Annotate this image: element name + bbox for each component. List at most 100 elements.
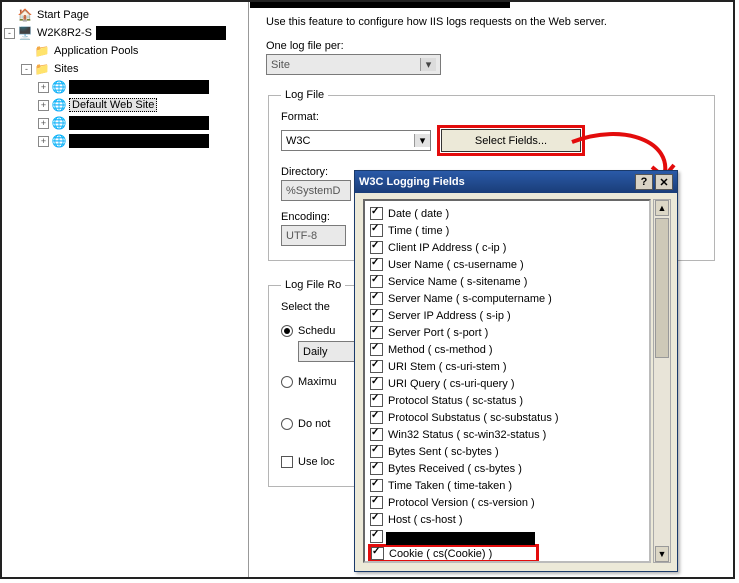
logging-field-label: Service Name ( s-sitename ) bbox=[388, 276, 527, 288]
checkbox-icon bbox=[370, 462, 383, 475]
globe-icon: 🌐 bbox=[51, 97, 67, 113]
logging-field-label: Cookie ( cs(Cookie) ) bbox=[389, 548, 492, 560]
collapse-icon[interactable]: - bbox=[4, 28, 15, 39]
checkbox-label: Use loc bbox=[298, 456, 335, 468]
format-dropdown[interactable]: W3C ▾ bbox=[281, 130, 431, 151]
checkbox-icon bbox=[370, 377, 383, 390]
logging-field-label: URI Query ( cs-uri-query ) bbox=[388, 378, 515, 390]
one-log-file-per-dropdown[interactable]: Site ▾ bbox=[266, 54, 441, 75]
radio-label: Maximu bbox=[298, 376, 337, 388]
tree-site-item[interactable]: + 🌐 bbox=[4, 114, 246, 132]
expand-icon[interactable]: + bbox=[38, 136, 49, 147]
checkbox-icon bbox=[370, 411, 383, 424]
close-button[interactable]: ✕ bbox=[655, 174, 673, 190]
uselocal-checkbox[interactable]: Use loc bbox=[281, 452, 356, 472]
dialog-scrollbar[interactable]: ▲ ▼ bbox=[653, 199, 671, 563]
tree-sites[interactable]: - 📁 Sites bbox=[4, 60, 246, 78]
logging-field-row[interactable]: Server Name ( s-computername ) bbox=[368, 290, 646, 307]
expand-icon[interactable]: + bbox=[38, 82, 49, 93]
logging-field-row[interactable]: URI Stem ( cs-uri-stem ) bbox=[368, 358, 646, 375]
logging-field-row[interactable]: Bytes Sent ( sc-bytes ) bbox=[368, 443, 646, 460]
tree-site-item[interactable]: + 🌐 bbox=[4, 78, 246, 96]
tree-server[interactable]: - 🖥️ W2K8R2-S bbox=[4, 24, 246, 42]
checkbox-icon bbox=[371, 547, 384, 560]
rollover-description: Select the bbox=[281, 301, 356, 313]
globe-icon: 🌐 bbox=[51, 115, 67, 131]
tree-site-item[interactable]: + 🌐 bbox=[4, 132, 246, 150]
tree-start-page[interactable]: 🏠 Start Page bbox=[4, 6, 246, 24]
expand-icon[interactable]: + bbox=[38, 100, 49, 111]
logging-field-row[interactable]: Referer ( cs(Referer) ) bbox=[368, 562, 646, 563]
schedule-dropdown[interactable]: Daily bbox=[298, 341, 356, 362]
redacted-bar bbox=[250, 2, 510, 8]
schedule-radio[interactable]: Schedu bbox=[281, 321, 356, 341]
logging-field-label: Time Taken ( time-taken ) bbox=[388, 480, 512, 492]
dialog-titlebar[interactable]: W3C Logging Fields ? ✕ bbox=[355, 171, 677, 193]
tree-label: Application Pools bbox=[52, 45, 140, 57]
scroll-thumb[interactable] bbox=[655, 218, 669, 358]
scroll-up-icon[interactable]: ▲ bbox=[655, 200, 669, 216]
server-icon: 🖥️ bbox=[17, 25, 33, 41]
logging-field-row[interactable]: Bytes Received ( cs-bytes ) bbox=[368, 460, 646, 477]
tree-label: W2K8R2-S bbox=[35, 27, 94, 39]
logging-field-row[interactable]: Time ( time ) bbox=[368, 222, 646, 239]
checkbox-icon bbox=[370, 241, 383, 254]
logging-field-row[interactable]: Protocol Status ( sc-status ) bbox=[368, 392, 646, 409]
checkbox-icon bbox=[370, 326, 383, 339]
checkbox-icon bbox=[370, 428, 383, 441]
dialog-fields-list: Date ( date )Time ( time )Client IP Addr… bbox=[363, 199, 651, 563]
logging-field-label: URI Stem ( cs-uri-stem ) bbox=[388, 361, 507, 373]
tree-app-pools[interactable]: 📁 Application Pools bbox=[4, 42, 246, 60]
logging-field-row[interactable]: Protocol Version ( cs-version ) bbox=[368, 494, 646, 511]
logging-field-row[interactable]: User Name ( cs-username ) bbox=[368, 256, 646, 273]
input-value: %SystemD bbox=[286, 185, 340, 197]
logging-field-label: Server Name ( s-computername ) bbox=[388, 293, 552, 305]
donot-radio[interactable]: Do not bbox=[281, 414, 356, 434]
logging-field-row[interactable]: Server Port ( s-port ) bbox=[368, 324, 646, 341]
tree-label: Default Web Site bbox=[69, 98, 157, 112]
one-log-file-per-label: One log file per: bbox=[266, 40, 717, 52]
logging-field-row[interactable]: Host ( cs-host ) bbox=[368, 511, 646, 528]
redacted-bar bbox=[69, 80, 209, 94]
chevron-down-icon: ▾ bbox=[420, 58, 436, 71]
dropdown-value: Site bbox=[271, 59, 420, 71]
logging-field-row[interactable]: URI Query ( cs-uri-query ) bbox=[368, 375, 646, 392]
radio-label: Do not bbox=[298, 418, 330, 430]
maxsize-radio[interactable]: Maximu bbox=[281, 372, 356, 392]
globe-icon: 🌐 bbox=[51, 133, 67, 149]
select-fields-button[interactable]: Select Fields... bbox=[441, 129, 581, 152]
collapse-icon[interactable]: - bbox=[21, 64, 32, 75]
highlight-cookie-field: Cookie ( cs(Cookie) ) bbox=[368, 544, 539, 563]
logging-field-label: Server IP Address ( s-ip ) bbox=[388, 310, 511, 322]
logging-field-row[interactable]: Service Name ( s-sitename ) bbox=[368, 273, 646, 290]
help-button[interactable]: ? bbox=[635, 174, 653, 190]
logging-field-row[interactable]: Cookie ( cs(Cookie) ) bbox=[368, 545, 646, 562]
logging-field-row[interactable]: Time Taken ( time-taken ) bbox=[368, 477, 646, 494]
logging-field-label: Bytes Sent ( sc-bytes ) bbox=[388, 446, 499, 458]
input-value: UTF-8 bbox=[286, 230, 317, 242]
expand-icon[interactable]: + bbox=[38, 118, 49, 129]
logging-field-label: Win32 Status ( sc-win32-status ) bbox=[388, 429, 546, 441]
logging-field-label: Bytes Received ( cs-bytes ) bbox=[388, 463, 522, 475]
logging-field-row[interactable]: Client IP Address ( c-ip ) bbox=[368, 239, 646, 256]
logging-field-row[interactable]: User Agent ( cs(User-Agent) ) bbox=[368, 528, 646, 545]
redacted-bar bbox=[386, 532, 535, 545]
redacted-bar bbox=[69, 134, 209, 148]
tree-default-site[interactable]: + 🌐 Default Web Site bbox=[4, 96, 246, 114]
logging-field-label: Protocol Status ( sc-status ) bbox=[388, 395, 523, 407]
scroll-down-icon[interactable]: ▼ bbox=[655, 546, 669, 562]
logging-field-label: Protocol Version ( cs-version ) bbox=[388, 497, 535, 509]
logging-field-row[interactable]: Method ( cs-method ) bbox=[368, 341, 646, 358]
directory-input[interactable]: %SystemD bbox=[281, 180, 351, 201]
checkbox-icon bbox=[281, 456, 293, 468]
logging-field-row[interactable]: Date ( date ) bbox=[368, 205, 646, 222]
checkbox-icon bbox=[370, 292, 383, 305]
encoding-input[interactable]: UTF-8 bbox=[281, 225, 346, 246]
logging-field-row[interactable]: Server IP Address ( s-ip ) bbox=[368, 307, 646, 324]
radio-icon bbox=[281, 376, 293, 388]
checkbox-icon bbox=[370, 445, 383, 458]
redacted-bar bbox=[96, 26, 226, 40]
logging-field-row[interactable]: Win32 Status ( sc-win32-status ) bbox=[368, 426, 646, 443]
group-legend: Log File Ro bbox=[281, 279, 345, 291]
logging-field-row[interactable]: Protocol Substatus ( sc-substatus ) bbox=[368, 409, 646, 426]
